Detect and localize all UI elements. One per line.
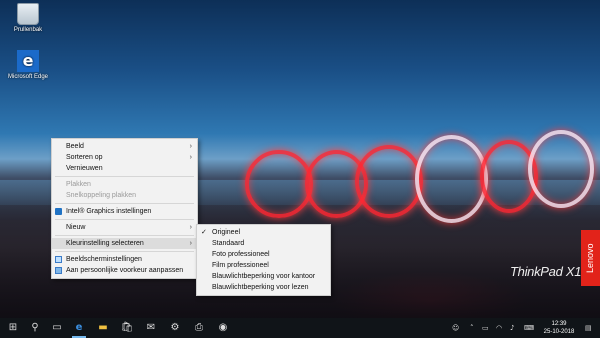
menu-item-label: Beeld xyxy=(66,143,84,150)
checkmark-icon: ✓ xyxy=(201,229,207,236)
menu-separator xyxy=(55,176,194,177)
submenu-item-label: Standaard xyxy=(212,240,245,247)
menu-item-paste[interactable]: Plakken xyxy=(52,179,197,190)
menu-separator xyxy=(55,203,194,204)
menu-item-label: Beeldscherminstellingen xyxy=(66,256,142,263)
people-icon[interactable]: ☺ xyxy=(452,318,459,338)
chevron-right-icon: › xyxy=(189,154,192,161)
display-settings-icon xyxy=(55,256,62,263)
menu-item-label: Kleurinstelling selecteren xyxy=(66,240,144,247)
menu-item-label: Nieuw xyxy=(66,224,86,231)
volume-icon[interactable]: ♪ xyxy=(510,318,514,338)
menu-separator xyxy=(55,235,194,236)
submenu-item-label: Foto professioneel xyxy=(212,251,270,258)
desktop-context-menu: Beeld › Sorteren op › Vernieuwen Plakken S… xyxy=(51,138,198,279)
chevron-right-icon: › xyxy=(189,240,192,247)
clock-date: 25-10-2018 xyxy=(543,329,575,335)
desktop-icon-label: Microsoft Edge xyxy=(7,74,49,80)
personalize-icon xyxy=(55,267,62,274)
search-icon[interactable]: ⚲ xyxy=(24,318,46,338)
desktop-icon-label: Prullenbak xyxy=(13,27,43,33)
light-ring xyxy=(415,135,488,223)
light-ring xyxy=(528,130,594,208)
menu-item-refresh[interactable]: Vernieuwen xyxy=(52,163,197,174)
lenovo-logo: Lenovo xyxy=(581,230,600,286)
chevron-right-icon: › xyxy=(189,224,192,231)
submenu-item-label: Origineel xyxy=(212,229,241,236)
submenu-item-label: Blauwlichtbeperking voor lezen xyxy=(212,284,309,291)
menu-item-intel-graphics[interactable]: Intel® Graphics instellingen xyxy=(52,206,197,217)
menu-item-display-settings[interactable]: Beeldscherminstellingen xyxy=(52,254,197,265)
app-icon[interactable]: ◉ xyxy=(212,318,234,338)
notification-icon[interactable]: ▤ xyxy=(585,318,592,338)
submenu-item-standard[interactable]: Standaard xyxy=(197,238,330,249)
battery-icon[interactable]: ▭ xyxy=(482,318,489,338)
menu-item-label: Intel® Graphics instellingen xyxy=(66,208,152,215)
mail-icon[interactable]: ✉ xyxy=(140,318,162,338)
submenu-item-photo-pro[interactable]: Foto professioneel xyxy=(197,249,330,260)
task-view-icon[interactable]: ▭ xyxy=(46,318,68,338)
clock-time: 12:39 xyxy=(551,321,567,327)
desktop-icon-recycle-bin[interactable]: Prullenbak xyxy=(6,3,50,33)
light-ring xyxy=(355,145,423,218)
submenu-item-bluelight-reading[interactable]: Blauwlichtbeperking voor lezen xyxy=(197,282,330,293)
edge-icon[interactable]: e xyxy=(68,318,90,338)
menu-item-color-setting[interactable]: Kleurinstelling selecteren › xyxy=(52,238,197,249)
intel-graphics-icon xyxy=(55,208,62,215)
settings-icon[interactable]: ⚙ xyxy=(164,318,186,338)
menu-item-view[interactable]: Beeld › xyxy=(52,141,197,152)
network-icon[interactable]: ◠ xyxy=(496,318,502,338)
submenu-item-label: Blauwlichtbeperking voor kantoor xyxy=(212,273,316,280)
menu-item-label: Vernieuwen xyxy=(66,165,103,172)
taskbar: ⊞ ⚲ ▭ e ▬ 🛍 ✉ ⚙ ⎙ ◉ ☺ ˄ ▭ ◠ ♪ ⌨ 12:39 25… xyxy=(0,318,600,338)
menu-item-label: Plakken xyxy=(66,181,91,188)
clock[interactable]: 12:39 25-10-2018 xyxy=(541,320,577,336)
store-icon[interactable]: 🛍 xyxy=(116,318,138,338)
menu-item-sort-by[interactable]: Sorteren op › xyxy=(52,152,197,163)
menu-separator xyxy=(55,251,194,252)
edge-icon: e xyxy=(17,50,39,72)
chevron-right-icon: › xyxy=(189,143,192,150)
thinkpad-logo: ThinkPad X1 xyxy=(510,264,582,279)
start-icon[interactable]: ⊞ xyxy=(2,318,24,338)
color-setting-submenu: ✓ Origineel Standaard Foto professioneel … xyxy=(196,224,331,296)
file-explorer-icon[interactable]: ▬ xyxy=(92,318,114,338)
light-ring xyxy=(245,150,313,218)
menu-item-label: Aan persoonlijke voorkeur aanpassen xyxy=(66,267,184,274)
submenu-item-original[interactable]: ✓ Origineel xyxy=(197,227,330,238)
submenu-item-label: Film professioneel xyxy=(212,262,269,269)
menu-item-new[interactable]: Nieuw › xyxy=(52,222,197,233)
desktop-icon-edge[interactable]: e Microsoft Edge xyxy=(6,50,50,80)
recycle-bin-icon xyxy=(17,3,39,25)
menu-separator xyxy=(55,219,194,220)
printer-icon[interactable]: ⎙ xyxy=(188,318,210,338)
menu-item-label: Snelkoppeling plakken xyxy=(66,192,137,199)
menu-item-label: Sorteren op xyxy=(66,154,103,161)
menu-item-paste-shortcut[interactable]: Snelkoppeling plakken xyxy=(52,190,197,201)
chevron-up-icon[interactable]: ˄ xyxy=(470,318,474,338)
keyboard-icon[interactable]: ⌨ xyxy=(524,318,534,338)
menu-item-personalize[interactable]: Aan persoonlijke voorkeur aanpassen xyxy=(52,265,197,276)
submenu-item-film-pro[interactable]: Film professioneel xyxy=(197,260,330,271)
submenu-item-bluelight-office[interactable]: Blauwlichtbeperking voor kantoor xyxy=(197,271,330,282)
